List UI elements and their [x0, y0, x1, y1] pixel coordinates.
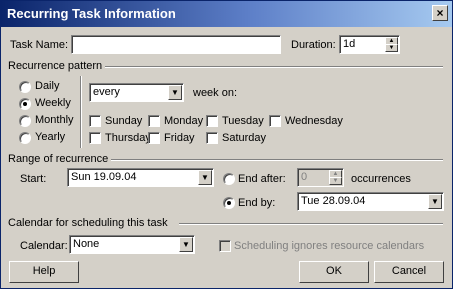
weekly-radio[interactable]: [19, 98, 31, 110]
start-date-value: Sun 19.09.04: [71, 171, 137, 183]
cancel-button[interactable]: Cancel: [374, 261, 444, 283]
saturday-label: Saturday: [222, 132, 267, 144]
tuesday-label: Tuesday: [222, 115, 264, 127]
daily-radio[interactable]: [19, 81, 31, 93]
end-after-label: End after:: [238, 173, 286, 185]
ignore-resource-calendars-label: Scheduling ignores resource calendars: [234, 240, 425, 252]
recurrence-group-line: [101, 66, 443, 68]
task-name-label: Task Name:: [10, 39, 69, 51]
ignore-resource-calendars-checkbox[interactable]: [219, 240, 231, 252]
week-on-label: week on:: [193, 87, 238, 99]
range-group-label: Range of recurrence: [8, 153, 112, 165]
thursday-checkbox[interactable]: [89, 132, 101, 144]
yearly-label: Yearly: [35, 131, 66, 143]
occurrences-input[interactable]: 0 ▲ ▼: [297, 168, 344, 187]
task-name-input[interactable]: [71, 35, 281, 54]
occurrences-value: 0: [301, 171, 308, 183]
calendar-select[interactable]: None ▼: [69, 235, 195, 254]
chevron-down-icon[interactable]: ▼: [168, 85, 182, 100]
tuesday-checkbox[interactable]: [206, 115, 218, 127]
sunday-label: Sunday: [105, 115, 143, 127]
yearly-radio[interactable]: [19, 132, 31, 144]
chevron-down-icon[interactable]: ▼: [198, 170, 212, 185]
duration-label: Duration:: [291, 39, 336, 51]
friday-label: Friday: [164, 132, 195, 144]
help-button[interactable]: Help: [9, 261, 79, 283]
chevron-down-icon[interactable]: ▼: [428, 194, 442, 209]
monday-checkbox[interactable]: [148, 115, 160, 127]
duration-value: 1d: [343, 38, 356, 50]
recurrence-group-label: Recurrence pattern: [8, 60, 106, 72]
end-by-label: End by:: [238, 197, 276, 209]
end-by-date-value: Tue 28.09.04: [301, 195, 366, 207]
dialog-title: Recurring Task Information: [7, 6, 176, 21]
start-label: Start:: [20, 173, 47, 185]
chevron-down-icon[interactable]: ▼: [179, 237, 193, 252]
every-select[interactable]: every ▼: [89, 83, 184, 102]
recurring-task-dialog: Recurring Task Information × Task Name: …: [0, 0, 453, 289]
range-group-line: [103, 159, 443, 161]
close-icon: ×: [436, 6, 444, 20]
saturday-checkbox[interactable]: [206, 132, 218, 144]
monthly-radio[interactable]: [19, 115, 31, 127]
calendar-group-line: [179, 223, 443, 225]
recurrence-divider: [80, 76, 82, 148]
close-button[interactable]: ×: [432, 5, 448, 21]
monthly-label: Monthly: [35, 114, 74, 126]
friday-checkbox[interactable]: [148, 132, 160, 144]
wednesday-label: Wednesday: [285, 115, 343, 127]
thursday-label: Thursday: [105, 132, 151, 144]
ok-button[interactable]: OK: [299, 261, 369, 283]
duration-spin-down-button[interactable]: ▼: [385, 44, 398, 52]
monday-label: Monday: [164, 115, 204, 127]
end-by-radio[interactable]: [223, 197, 235, 209]
calendar-group-label: Calendar for scheduling this task: [8, 217, 171, 229]
calendar-select-value: None: [73, 238, 100, 250]
title-bar[interactable]: Recurring Task Information ×: [1, 1, 452, 27]
duration-input[interactable]: 1d ▲ ▼: [339, 35, 400, 54]
wednesday-checkbox[interactable]: [269, 115, 281, 127]
end-after-radio[interactable]: [223, 173, 235, 185]
daily-label: Daily: [35, 80, 60, 92]
weekly-label: Weekly: [35, 97, 71, 109]
start-date-select[interactable]: Sun 19.09.04 ▼: [67, 168, 214, 187]
calendar-label: Calendar:: [20, 240, 68, 252]
occurrences-spin-down-button[interactable]: ▼: [329, 177, 342, 185]
every-select-value: every: [93, 86, 120, 98]
sunday-checkbox[interactable]: [89, 115, 101, 127]
occurrences-label: occurrences: [351, 173, 411, 185]
end-by-date-select[interactable]: Tue 28.09.04 ▼: [297, 192, 444, 211]
